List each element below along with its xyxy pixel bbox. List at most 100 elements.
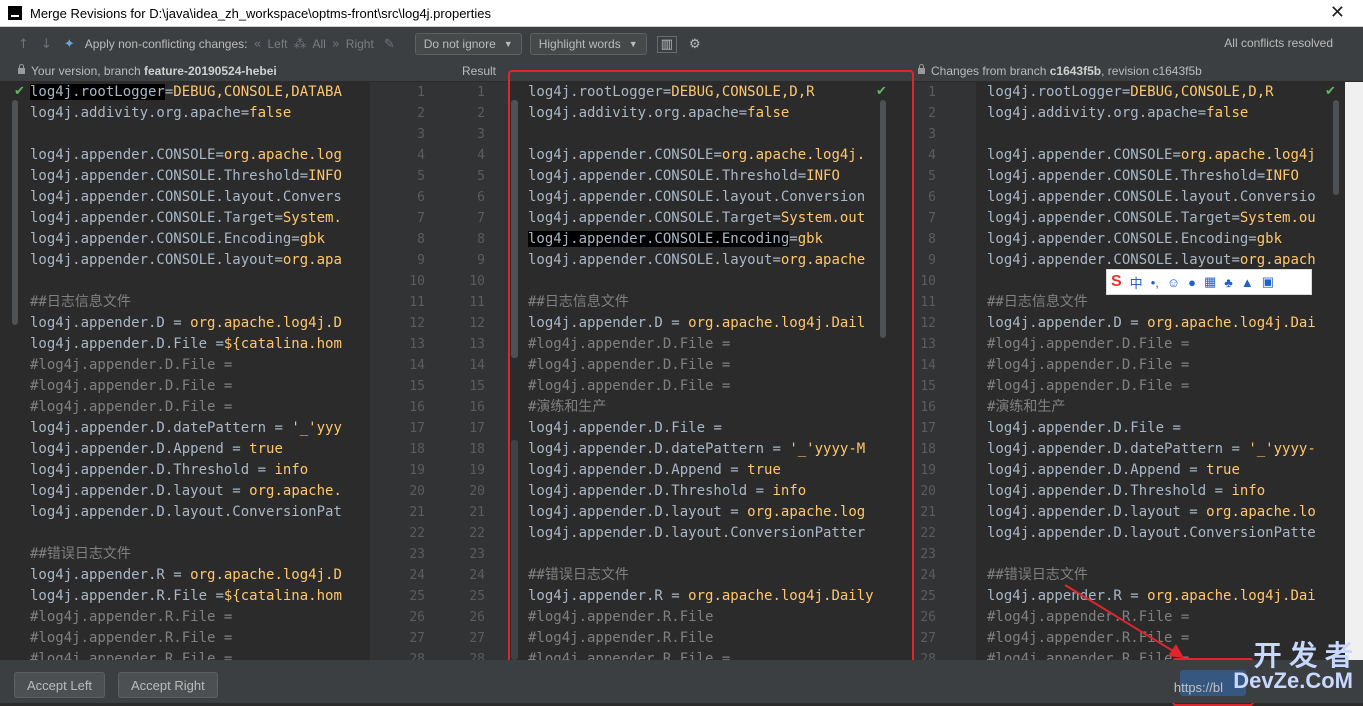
line-number: 14 <box>469 358 485 373</box>
code-line: #log4j.appender.D.File = <box>987 334 1338 355</box>
line-number: 12 <box>920 316 936 331</box>
accept-right-button[interactable]: Accept Right <box>118 672 218 698</box>
line-number: 16 <box>469 400 485 415</box>
line-number: 13 <box>920 337 936 352</box>
intellij-icon <box>8 6 22 20</box>
code-token: = <box>1206 483 1232 499</box>
right-code: log4j.rootLogger=DEBUG,CONSOLE,D,R log4j.… <box>976 82 1338 660</box>
code-line: log4j.appender.CONSOLE.Threshold=INFO <box>987 166 1338 187</box>
apply-all-icon[interactable]: ⁂ <box>293 37 306 52</box>
code-token: log4j.appender.R.File <box>30 588 208 604</box>
smiley-icon[interactable]: ☺ <box>1167 275 1180 290</box>
next-conflict-icon[interactable]: ↓ <box>41 37 52 52</box>
code-line: log4j.addivity.org.apache=false <box>987 103 1338 124</box>
left-editor[interactable]: log4j.rootLogger=DEBUG,CONSOLE,DATABA log… <box>12 82 370 660</box>
prev-conflict-icon[interactable]: ↑ <box>18 37 29 52</box>
code-token: log4j.appender.CONSOLE.Encoding <box>987 231 1249 247</box>
close-icon[interactable]: ✕ <box>1330 2 1345 23</box>
window-right-edge <box>1345 82 1363 660</box>
edit-icon[interactable]: ✎ <box>384 37 395 52</box>
line-number: 26 <box>469 610 485 625</box>
code-token: #log4j.appender.D.File = <box>987 357 1190 373</box>
code-token: log4j.rootLogger <box>30 84 165 100</box>
keyboard-icon[interactable]: ▦ <box>1204 274 1216 290</box>
magic-resolve-icon[interactable]: ✦ <box>64 37 75 52</box>
line-number: 22 <box>409 526 425 541</box>
right-branch-name: c1643f5b <box>1049 64 1102 78</box>
code-token: org.apache.lo <box>1206 504 1316 520</box>
code-token: = <box>299 168 309 184</box>
code-token: INFO <box>1265 168 1299 184</box>
code-line: #log4j.appender.R.File = <box>30 649 370 660</box>
code-token: log4j.addivity.org.apache <box>987 105 1198 121</box>
line-number: 26 <box>920 610 936 625</box>
right-scrollbar[interactable] <box>1333 100 1339 195</box>
code-token: log4j.rootLogger <box>987 84 1122 100</box>
tools-icon[interactable]: ♣ <box>1224 275 1233 290</box>
line-number: 3 <box>928 127 936 142</box>
code-line: log4j.appender.CONSOLE.Target=System.ou <box>987 208 1338 229</box>
apply-left-button[interactable]: Left <box>267 37 287 51</box>
code-token: info <box>274 462 309 478</box>
code-line: log4j.appender.CONSOLE.layout.Conversio <box>987 187 1338 208</box>
code-line: #log4j.appender.D.File = <box>987 355 1338 376</box>
code-token: ##日志信息文件 <box>987 294 1088 310</box>
left-scrollbar[interactable] <box>12 100 18 325</box>
code-token: log4j.appender.CONSOLE.layout.Conversio <box>987 189 1316 205</box>
microphone-icon[interactable]: ● <box>1188 275 1196 290</box>
apply-all-button[interactable]: All <box>312 37 325 51</box>
code-token: gbk <box>299 231 326 247</box>
code-line: log4j.appender.CONSOLE.Encoding=gbk <box>30 229 370 250</box>
code-line: log4j.appender.R = org.apache.log4j.D <box>30 565 370 586</box>
apply-right-icon[interactable]: » <box>332 37 340 52</box>
gear-icon[interactable]: ⚙ <box>689 37 701 52</box>
ime-language[interactable]: 中 <box>1130 273 1143 292</box>
line-number: 13 <box>409 337 425 352</box>
columns-icon[interactable]: ▥ <box>656 35 677 53</box>
line-number: 28 <box>469 652 485 660</box>
skin-icon[interactable]: ▲ <box>1241 275 1254 290</box>
code-line: #log4j.appender.R.File = <box>30 607 370 628</box>
line-number: 3 <box>417 127 425 142</box>
right-header: Changes from branch c1643f5b, revision c… <box>918 64 1202 78</box>
code-token: log4j.appender.D <box>30 315 165 331</box>
code-token: log4j.appender.CONSOLE.Threshold <box>30 168 300 184</box>
grid-icon[interactable]: ▣ <box>1262 274 1274 290</box>
ignore-combo-value: Do not ignore <box>423 37 496 51</box>
apply-right-button[interactable]: Right <box>346 37 374 51</box>
code-token: org.apa <box>282 252 342 268</box>
ime-punctuation[interactable]: •, <box>1151 275 1159 290</box>
code-line: log4j.appender.D.Threshold = info <box>30 460 370 481</box>
code-line: log4j.appender.D.datePattern = '_'yyy <box>30 418 370 439</box>
highlight-mode-combo[interactable]: Highlight words ▼ <box>529 33 647 55</box>
code-token: info <box>1231 483 1266 499</box>
line-number: 9 <box>477 253 485 268</box>
code-token: = <box>223 441 250 457</box>
ignore-whitespace-combo[interactable]: Do not ignore ▼ <box>414 33 522 55</box>
accept-left-button[interactable]: Accept Left <box>14 672 106 698</box>
code-token: log4j.appender.CONSOLE.layout <box>987 252 1232 268</box>
line-number: 24 <box>920 568 936 583</box>
code-line: log4j.appender.CONSOLE.Encoding=gbk <box>987 229 1338 250</box>
right-editor[interactable]: log4j.rootLogger=DEBUG,CONSOLE,D,R log4j.… <box>976 82 1338 660</box>
line-number: 4 <box>477 148 485 163</box>
line-number: 8 <box>477 232 485 247</box>
line-number: 17 <box>469 421 485 436</box>
code-line: log4j.appender.D.Threshold = info <box>987 481 1338 502</box>
line-number: 14 <box>409 358 425 373</box>
code-token: ${catalina.hom <box>223 336 342 352</box>
line-number: 11 <box>469 295 485 310</box>
ime-toolbar[interactable]: S 中 •, ☺ ● ▦ ♣ ▲ ▣ <box>1106 269 1312 295</box>
line-number: 6 <box>417 190 425 205</box>
apply-left-icon[interactable]: « <box>254 37 262 52</box>
line-number: 23 <box>920 547 936 562</box>
code-token: = <box>1164 420 1181 436</box>
code-line: #log4j.appender.D.File = <box>30 397 370 418</box>
line-number: 5 <box>928 169 936 184</box>
line-number: 12 <box>409 316 425 331</box>
line-number: 14 <box>920 358 936 373</box>
code-token: log4j.appender.D.layout <box>30 483 224 499</box>
red-arrow-icon <box>1064 584 1184 658</box>
code-token: gbk <box>1256 231 1283 247</box>
code-token: '_'yyy <box>291 420 342 436</box>
